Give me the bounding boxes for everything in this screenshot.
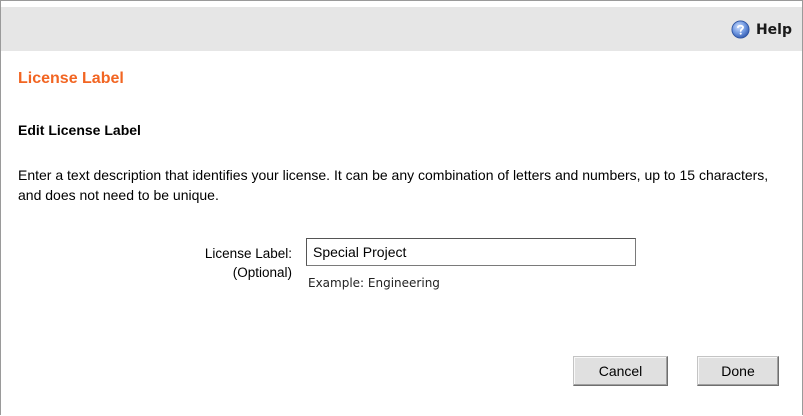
- section-heading: Edit License Label: [18, 122, 141, 138]
- example-hint: Example: Engineering: [308, 276, 440, 290]
- help-label: Help: [755, 21, 792, 38]
- license-label-caption-line1: License Label:: [204, 246, 292, 261]
- description-text: Enter a text description that identifies…: [18, 167, 769, 203]
- dialog-frame: [0, 0, 803, 415]
- help-icon: [731, 20, 750, 39]
- top-toolbar: Help: [1, 7, 802, 51]
- license-label-input[interactable]: [306, 238, 636, 266]
- page-title: License Label: [18, 70, 124, 87]
- license-label-caption-line2: (Optional): [232, 265, 292, 280]
- done-button[interactable]: Done: [697, 356, 779, 386]
- cancel-button[interactable]: Cancel: [573, 356, 668, 386]
- help-link[interactable]: Help: [731, 20, 792, 39]
- license-label-caption: License Label: (Optional): [150, 244, 292, 282]
